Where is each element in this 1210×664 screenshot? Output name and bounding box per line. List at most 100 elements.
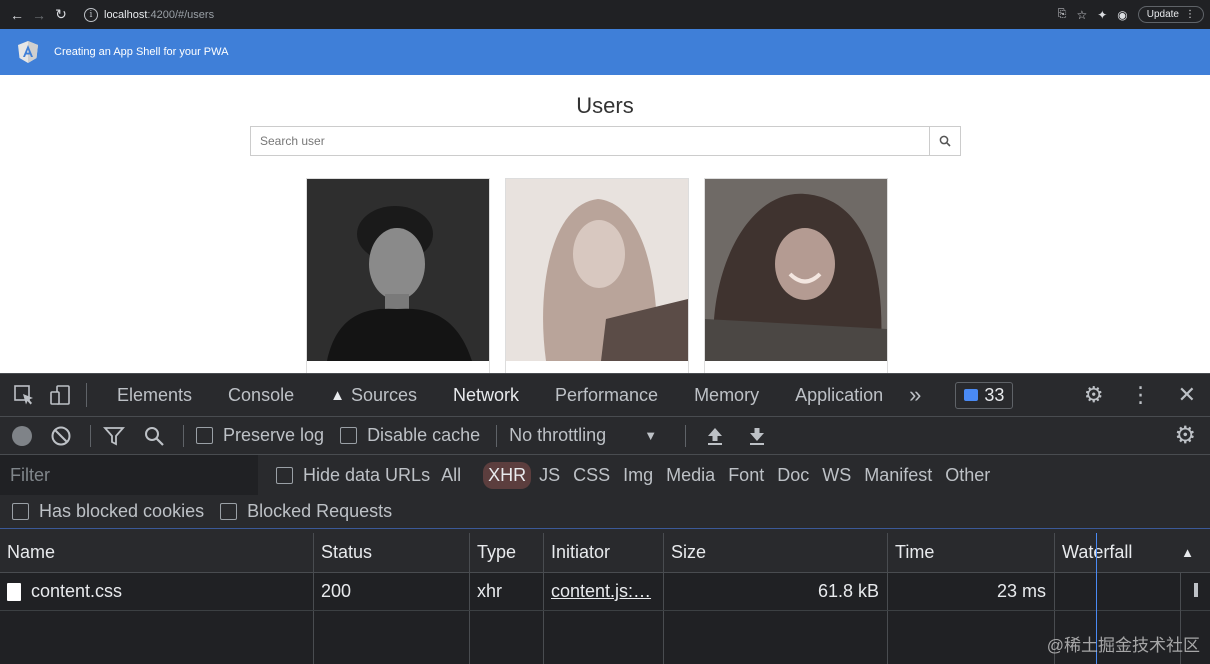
- user-card[interactable]: [505, 178, 689, 373]
- angular-logo-icon: [18, 41, 38, 63]
- column-name[interactable]: Name: [0, 533, 314, 572]
- tab-application[interactable]: Application: [777, 373, 901, 417]
- url-host: localhost: [104, 8, 148, 21]
- address-bar[interactable]: i localhost:4200/#/users: [84, 3, 1058, 26]
- requests-table: Name Status Type Initiator Size Time Wat…: [0, 533, 1210, 664]
- has-blocked-cookies-checkbox[interactable]: [12, 503, 29, 520]
- table-row[interactable]: content.css 200 xhr content.js:… 61.8 kB…: [0, 573, 1210, 611]
- preserve-log-label: Preserve log: [223, 425, 325, 445]
- column-time[interactable]: Time: [888, 533, 1055, 572]
- sort-ascending-icon: ▲: [1181, 545, 1194, 560]
- request-status: 200: [314, 573, 470, 610]
- clear-icon[interactable]: [50, 425, 72, 447]
- disable-cache-checkbox[interactable]: [340, 427, 358, 444]
- user-card[interactable]: [306, 178, 490, 373]
- site-info-icon[interactable]: i: [84, 7, 98, 22]
- divider: [496, 424, 498, 447]
- empty-cell: [314, 611, 470, 664]
- search-button[interactable]: [929, 126, 961, 156]
- column-status[interactable]: Status: [314, 533, 470, 572]
- search-icon: [939, 135, 951, 147]
- empty-cell: [0, 611, 314, 664]
- column-type[interactable]: Type: [470, 533, 544, 572]
- divider: [90, 424, 91, 447]
- warning-icon: ▲: [330, 386, 345, 404]
- profile-icon[interactable]: ◉: [1117, 8, 1127, 22]
- tab-sources[interactable]: ▲ Sources: [312, 373, 435, 417]
- throttling-select[interactable]: No throttling ▼: [509, 425, 657, 446]
- caret-down-icon: ▼: [644, 428, 658, 443]
- type-filter-css[interactable]: CSS: [568, 462, 615, 489]
- column-waterfall-label: Waterfall: [1062, 542, 1133, 562]
- filter-funnel-icon[interactable]: [103, 425, 125, 447]
- record-button[interactable]: [12, 425, 32, 446]
- search-icon[interactable]: [143, 425, 165, 447]
- import-har-icon[interactable]: [706, 426, 724, 446]
- inspect-element-icon[interactable]: [6, 384, 42, 406]
- request-initiator-cell: content.js:…: [544, 573, 664, 610]
- user-photo: [307, 179, 489, 361]
- hide-data-urls-label: Hide data URLs: [303, 464, 431, 485]
- type-filter-js[interactable]: JS: [534, 462, 565, 489]
- device-toolbar-icon[interactable]: [42, 384, 78, 406]
- settings-gear-icon[interactable]: ⚙: [1084, 382, 1104, 408]
- more-tabs-button[interactable]: »: [901, 373, 929, 417]
- type-filter-manifest[interactable]: Manifest: [859, 462, 937, 489]
- bookmark-star-icon[interactable]: ☆: [1076, 8, 1087, 22]
- web-page: Creating an App Shell for your PWA Users: [0, 29, 1210, 373]
- type-filter-doc[interactable]: Doc: [772, 462, 814, 489]
- divider: [685, 424, 687, 447]
- app-toolbar: Creating an App Shell for your PWA: [0, 29, 1210, 75]
- update-label: Update: [1146, 9, 1179, 20]
- translate-icon[interactable]: ⎘: [1058, 8, 1067, 21]
- type-filter-ws[interactable]: WS: [817, 462, 856, 489]
- tab-sources-label: Sources: [350, 384, 417, 405]
- type-filter-font[interactable]: Font: [723, 462, 769, 489]
- message-icon: [964, 389, 979, 401]
- resource-type-filters: All XHR JS CSS Img Media Font Doc WS Man…: [436, 461, 998, 489]
- tab-console[interactable]: Console: [210, 373, 312, 417]
- initiator-link[interactable]: content.js:…: [551, 581, 651, 602]
- type-filter-media[interactable]: Media: [661, 462, 720, 489]
- waterfall-bar: [1194, 583, 1198, 597]
- search-bar: [250, 126, 961, 156]
- close-icon[interactable]: ✕: [1178, 382, 1196, 408]
- more-options-icon[interactable]: ⋮: [1130, 382, 1152, 408]
- tab-elements[interactable]: Elements: [99, 373, 210, 417]
- type-filter-xhr[interactable]: XHR: [483, 461, 532, 489]
- toolbar-title: Creating an App Shell for your PWA: [54, 46, 229, 58]
- tab-memory[interactable]: Memory: [676, 373, 777, 417]
- filter-bar: Filter Hide data URLs All XHR JS CSS Img…: [0, 455, 1210, 495]
- filter-input[interactable]: Filter: [0, 455, 258, 495]
- blocked-requests-checkbox[interactable]: [220, 503, 238, 520]
- request-name: content.css: [31, 581, 123, 601]
- reload-icon[interactable]: ↻: [50, 4, 72, 26]
- column-initiator[interactable]: Initiator: [544, 533, 664, 572]
- page-title: Users: [576, 93, 634, 118]
- forward-icon[interactable]: →: [28, 4, 50, 26]
- column-size[interactable]: Size: [664, 533, 888, 572]
- update-button[interactable]: Update ⋮: [1137, 6, 1204, 23]
- extensions-icon[interactable]: ✦: [1097, 8, 1107, 22]
- preserve-log-checkbox[interactable]: [196, 427, 213, 444]
- browser-toolbar: ← → ↻ i localhost:4200/#/users ⎘ ☆ ✦ ◉ U…: [0, 0, 1210, 29]
- type-filter-img[interactable]: Img: [618, 462, 658, 489]
- column-waterfall[interactable]: Waterfall ▲: [1055, 533, 1210, 572]
- menu-kebab-icon: ⋮: [1185, 9, 1195, 20]
- export-har-icon[interactable]: [748, 426, 766, 446]
- type-filter-other[interactable]: Other: [940, 462, 995, 489]
- tab-performance[interactable]: Performance: [537, 373, 676, 417]
- type-filter-all[interactable]: All: [436, 462, 466, 489]
- network-settings-gear-icon[interactable]: ⚙: [1174, 421, 1196, 450]
- hide-data-urls-checkbox[interactable]: [276, 466, 293, 484]
- user-photo: [506, 179, 688, 361]
- disable-cache-label: Disable cache: [367, 425, 481, 445]
- messages-badge[interactable]: 33: [955, 381, 1014, 409]
- devtools-tabbar: Elements Console ▲ Sources Network Perfor…: [0, 373, 1210, 417]
- tab-network[interactable]: Network: [435, 373, 537, 417]
- url-path: :4200/#/users: [147, 8, 215, 21]
- back-icon[interactable]: ←: [6, 4, 28, 26]
- divider: [86, 383, 87, 407]
- user-card[interactable]: [704, 178, 888, 373]
- search-input[interactable]: [250, 126, 929, 156]
